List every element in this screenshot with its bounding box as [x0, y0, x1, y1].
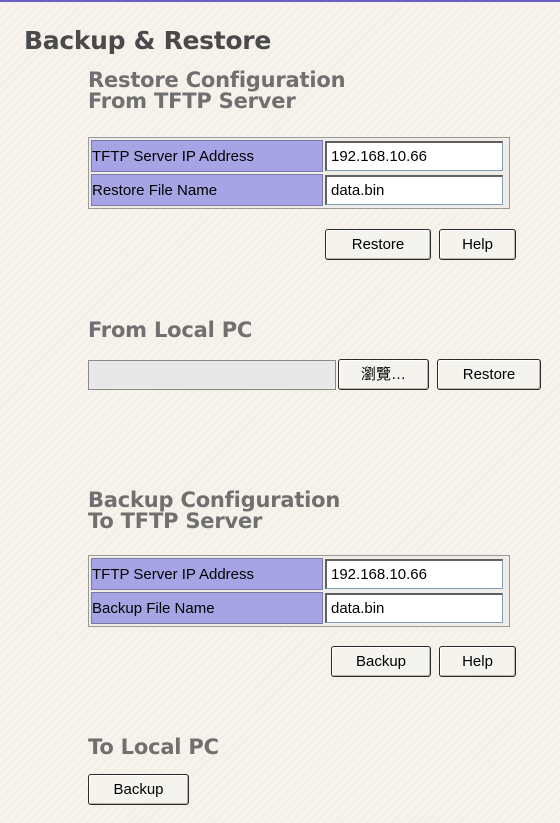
backup-help-button[interactable]: Help [439, 646, 516, 677]
backup-local-button[interactable]: Backup [88, 774, 189, 805]
browse-button[interactable]: 瀏覽… [338, 359, 429, 390]
input-cell [325, 140, 507, 172]
tftp-server-ip-label: TFTP Server IP Address [91, 558, 323, 590]
table-row: TFTP Server IP Address [91, 140, 507, 172]
page-title: Backup & Restore [24, 26, 271, 55]
backup-tftp-title-line1: Backup Configuration [88, 488, 341, 512]
restore-local-section-title: From Local PC [88, 320, 252, 341]
backup-file-name-input[interactable] [325, 593, 503, 623]
backup-tftp-title-line2: To TFTP Server [88, 509, 263, 533]
restore-local-button[interactable]: Restore [437, 359, 541, 390]
backup-local-title: To Local PC [88, 735, 219, 759]
input-cell [325, 174, 507, 206]
restore-help-button[interactable]: Help [439, 229, 516, 260]
file-path-input[interactable] [88, 360, 336, 390]
backup-tftp-server-ip-input[interactable] [325, 559, 503, 589]
restore-tftp-title-line2: From TFTP Server [88, 89, 296, 113]
input-cell [325, 558, 507, 590]
backup-tftp-form: TFTP Server IP Address Backup File Name [88, 555, 510, 627]
table-row: Backup File Name [91, 592, 507, 624]
backup-tftp-button[interactable]: Backup [331, 646, 431, 677]
input-cell [325, 592, 507, 624]
top-divider-line [0, 0, 560, 2]
tftp-server-ip-label: TFTP Server IP Address [91, 140, 323, 172]
backup-tftp-section-title: Backup Configuration To TFTP Server [88, 490, 340, 532]
restore-file-name-label: Restore File Name [91, 174, 323, 206]
restore-file-name-input[interactable] [325, 175, 503, 205]
restore-tftp-title-line1: Restore Configuration [88, 68, 346, 92]
restore-tftp-section-title: Restore Configuration From TFTP Server [88, 68, 346, 113]
table-row: TFTP Server IP Address [91, 558, 507, 590]
restore-tftp-button[interactable]: Restore [325, 229, 431, 260]
restore-tftp-form: TFTP Server IP Address Restore File Name [88, 137, 510, 209]
backup-file-name-label: Backup File Name [91, 592, 323, 624]
backup-local-section-title: To Local PC [88, 737, 219, 758]
table-row: Restore File Name [91, 174, 507, 206]
restore-tftp-server-ip-input[interactable] [325, 141, 503, 171]
restore-local-title: From Local PC [88, 318, 253, 342]
